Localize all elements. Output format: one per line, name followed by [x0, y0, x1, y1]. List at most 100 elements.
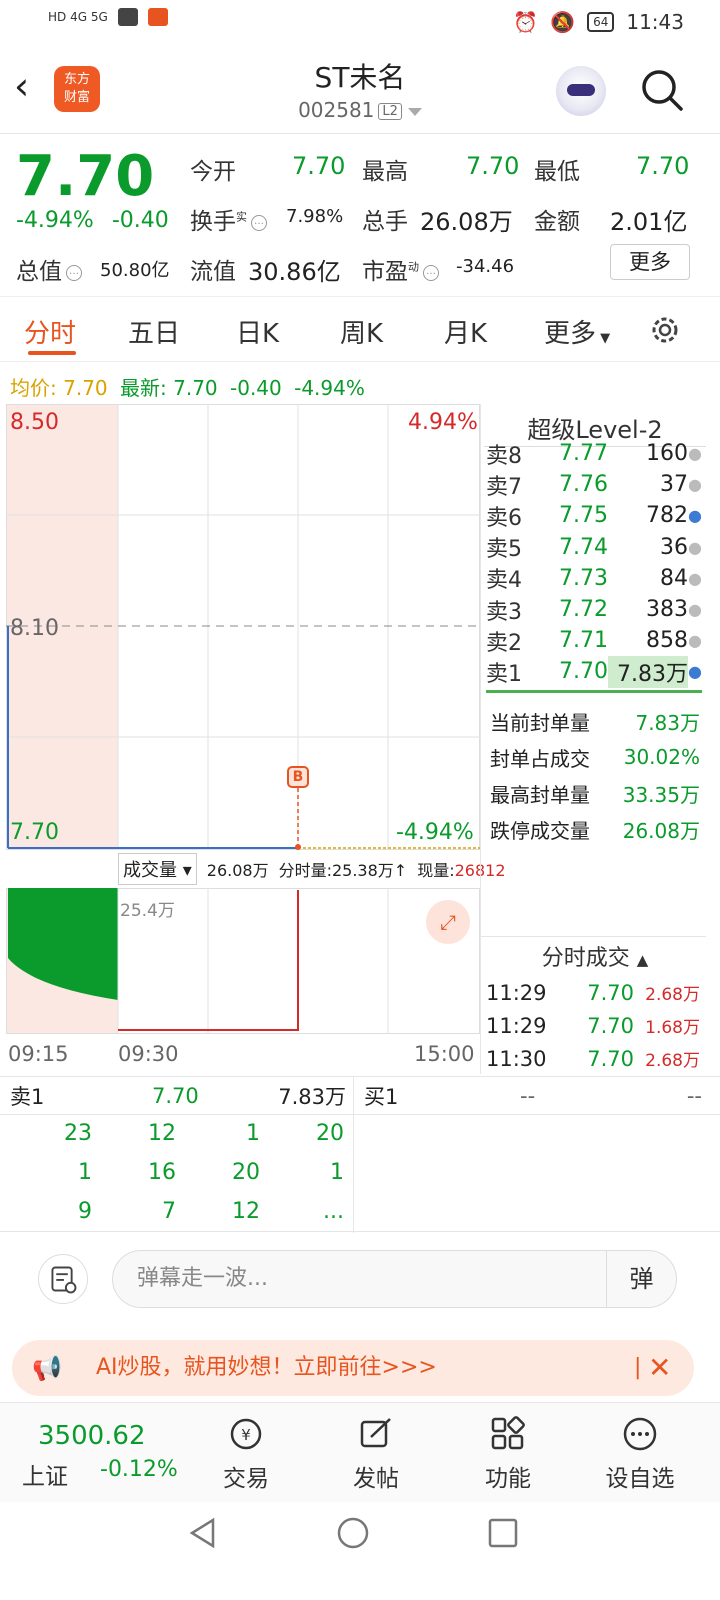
stock-code-row[interactable]: 002581 L2: [0, 98, 720, 122]
ask-level-row[interactable]: 卖7 7.76 37 ●: [486, 469, 704, 500]
ask-level-row[interactable]: 卖4 7.73 84 ●: [486, 563, 704, 594]
mcap-label: 总值…: [16, 252, 86, 286]
seal-stat-value: 30.02%: [623, 745, 700, 769]
back-nav-icon[interactable]: [186, 1516, 220, 1550]
amount-label: 金额: [534, 209, 580, 235]
intraday-grid: [6, 404, 480, 850]
status-bar: HD 4G 5G ⏰ 🔕 64 11:43: [0, 0, 720, 46]
buy-signal-marker[interactable]: B: [287, 766, 309, 788]
seal-stat-value: 26.08万: [622, 818, 700, 843]
index-name[interactable]: 上证: [22, 1457, 68, 1491]
pct-bottom-label: -4.94%: [396, 820, 474, 845]
low-label: 最低: [534, 159, 580, 185]
ask-level-price: 7.72: [559, 597, 608, 622]
ask-level-label: 卖3: [486, 599, 522, 625]
seal-stat-row: 当前封单量 7.83万: [490, 704, 700, 738]
seal-stat-row: 跌停成交量 26.08万: [490, 812, 700, 846]
chart-tabs: 分时 五日 日K 周K 月K 更多 ▼: [0, 296, 720, 362]
status-icons-left: HD 4G 5G: [48, 8, 168, 26]
volume-bars: [8, 888, 389, 1034]
price-change: -4.94% -0.40: [16, 208, 169, 233]
tab-five-day[interactable]: 五日: [128, 313, 180, 350]
tick-row: 11:29 7.70 2.68万: [486, 976, 704, 1009]
trade-icon: ¥: [230, 1418, 262, 1450]
more-quote-button[interactable]: 更多: [610, 244, 690, 280]
tab-daily-k[interactable]: 日K: [236, 313, 279, 350]
volume-info-bar: 成交量 ▾ 26.08万 分时量:25.38万↑ 现量:26812: [118, 852, 506, 886]
turnover-value: 7.98%: [286, 206, 344, 227]
ask-level-price: 7.75: [559, 503, 608, 529]
clock: 11:43: [626, 10, 684, 34]
x-end-label: 15:00: [414, 1042, 475, 1066]
y-mid-label: 8.10: [10, 616, 59, 641]
danmu-input[interactable]: 弹幕走一波...: [112, 1250, 677, 1308]
ticks-title[interactable]: 分时成交 ▲: [484, 940, 706, 972]
tab-monthly-k[interactable]: 月K: [444, 313, 487, 350]
ask-level-row[interactable]: 卖3 7.72 383 ●: [486, 594, 704, 625]
ai-promo-banner[interactable]: 📢 AI炒股，就用妙想！立即前往>>> | ✕: [12, 1340, 694, 1396]
status-icons-right: ⏰ 🔕 64 11:43: [513, 10, 684, 34]
expand-chart-icon[interactable]: ⤢: [426, 900, 470, 944]
ask-level-price: 7.70: [559, 659, 608, 685]
ask-level-row[interactable]: 卖6 7.75 782 ●: [486, 500, 704, 531]
ask-level-price: 7.73: [559, 565, 608, 591]
notes-icon[interactable]: [38, 1254, 88, 1304]
ask-level-row[interactable]: 卖2 7.71 858 ●: [486, 625, 704, 656]
tick-price: 7.70: [587, 1013, 634, 1038]
queue-order-cell: ...: [323, 1199, 344, 1224]
seal-stat-label: 跌停成交量: [490, 818, 590, 843]
ask-divider: [486, 690, 702, 693]
ask-level-label: 卖2: [486, 630, 522, 656]
seal-stat-value: 7.83万: [635, 710, 700, 735]
nav-post[interactable]: 发帖: [326, 1415, 426, 1493]
open-label: 今开: [190, 159, 236, 185]
ask-level-volume: 383: [646, 597, 688, 622]
ask-level-label: 卖1: [486, 661, 522, 687]
settings-icon[interactable]: [648, 313, 682, 347]
stock-name: ST未名: [314, 61, 406, 94]
nav-trade[interactable]: ¥ 交易: [196, 1415, 296, 1493]
nav-add-watchlist[interactable]: 设自选: [590, 1415, 690, 1493]
ask-level-dot: ●: [688, 506, 702, 526]
volume-label: 总手: [362, 209, 408, 235]
l2-badge: L2: [378, 103, 402, 120]
tab-weekly-k[interactable]: 周K: [340, 313, 383, 350]
tab-intraday[interactable]: 分时: [24, 313, 76, 350]
dropdown-icon: [407, 107, 422, 116]
danmu-toggle-button[interactable]: 弹: [606, 1251, 676, 1307]
mcap-value: 50.80亿: [100, 260, 170, 281]
queue-order-cell: 1: [330, 1160, 344, 1185]
ai-assistant-icon[interactable]: [556, 66, 606, 116]
tick-time: 11:29: [486, 1013, 547, 1038]
queue-order-cell: 23: [64, 1121, 92, 1146]
index-value[interactable]: 3500.62: [38, 1421, 146, 1451]
search-icon[interactable]: [640, 68, 684, 112]
float-label: 流值: [190, 259, 236, 285]
tab-more[interactable]: 更多 ▼: [544, 313, 610, 350]
queue-order-cell: 16: [148, 1160, 176, 1185]
info-icon: …: [251, 214, 267, 231]
ask-level-row[interactable]: 卖1 7.70 7.83万 ●: [486, 655, 704, 688]
ask-level-dot: ●: [688, 475, 702, 495]
volume-max-label: 25.4万: [120, 901, 175, 921]
ask-level-label: 卖7: [486, 474, 522, 500]
ask-level-volume: 36: [660, 534, 688, 560]
alarm-icon: ⏰: [513, 10, 539, 34]
ask-level-row[interactable]: 卖8 7.77 160 ●: [486, 438, 704, 469]
nav-functions[interactable]: 功能: [458, 1415, 558, 1493]
queue-order-cell: 9: [78, 1199, 92, 1224]
app-notification-icon: [117, 8, 138, 26]
ask-level-label: 卖8: [486, 443, 522, 469]
ask-level-row[interactable]: 卖5 7.74 36 ●: [486, 532, 704, 563]
high-label: 最高: [362, 159, 408, 185]
queue-order-cell: 12: [148, 1121, 176, 1146]
active-tab-indicator: [28, 351, 76, 355]
mute-icon: 🔕: [550, 10, 576, 34]
high-value: 7.70: [466, 152, 520, 180]
recents-nav-icon[interactable]: [486, 1516, 520, 1550]
index-pct[interactable]: -0.12%: [100, 1457, 178, 1482]
close-icon[interactable]: ✕: [648, 1340, 671, 1396]
last-price: 7.70: [16, 144, 155, 209]
volume-indicator-select[interactable]: 成交量 ▾: [118, 853, 197, 885]
home-nav-icon[interactable]: [336, 1516, 370, 1550]
